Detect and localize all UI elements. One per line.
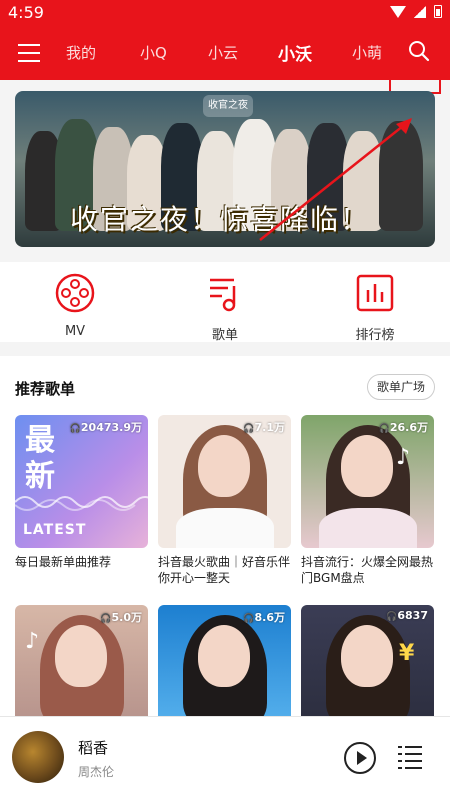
- film-reel-icon: [55, 273, 95, 313]
- cover-en: LATEST: [23, 522, 87, 538]
- playlist-cover: 最新 LATEST 20473.9万: [15, 415, 148, 548]
- tab-xiaowo[interactable]: 小沃: [278, 40, 312, 65]
- cover-text: 最新: [25, 423, 55, 494]
- top-header: 4:59 我的 小Q 小云 小沃 小萌: [0, 0, 450, 80]
- album-cover[interactable]: [12, 731, 64, 783]
- playlist-title: 每日最新单曲推荐: [15, 555, 112, 569]
- shortcut-row: MV 歌单 排行榜: [0, 262, 450, 343]
- red-envelope-icon: ¥: [399, 641, 415, 666]
- play-count: 5.0万: [100, 609, 143, 625]
- playlist-card[interactable]: 最新 LATEST 20473.9万 每日最新单曲推荐: [15, 415, 148, 586]
- play-count: 26.6万: [379, 419, 428, 435]
- wifi-icon: [390, 5, 406, 18]
- menu-icon[interactable]: [18, 44, 40, 62]
- status-icons: [390, 5, 442, 18]
- clock: 4:59: [8, 3, 44, 22]
- play-count: 20473.9万: [70, 419, 142, 435]
- play-button[interactable]: [344, 742, 376, 774]
- shortcut-playlist[interactable]: 歌单: [190, 272, 260, 343]
- tiktok-icon: ♪: [396, 445, 411, 470]
- tab-xiaomeng[interactable]: 小萌: [352, 42, 382, 63]
- song-title: 稻香: [78, 739, 109, 757]
- playlist-cover: 7.1万: [158, 415, 291, 548]
- playlist-title: 抖音流行：火爆全网最热门BGM盘点: [301, 555, 434, 585]
- playlist-square-button[interactable]: 歌单广场: [367, 374, 435, 400]
- waveform-icon: [15, 496, 148, 511]
- banner-logo: 收官之夜: [203, 95, 253, 117]
- playlist-card[interactable]: 7.1万 抖音最火歌曲｜好音乐伴你开心一整天: [158, 415, 291, 586]
- status-bar: 4:59: [0, 0, 450, 24]
- tab-mine[interactable]: 我的: [66, 42, 96, 63]
- top-nav: 我的 小Q 小云 小沃 小萌: [0, 30, 450, 76]
- bar-chart-icon: [356, 274, 394, 312]
- shortcut-label: 排行榜: [355, 328, 395, 343]
- playlist-card[interactable]: ♪ 26.6万 抖音流行：火爆全网最热门BGM盘点: [301, 415, 434, 586]
- tiktok-icon: ♪: [25, 629, 40, 654]
- mini-player[interactable]: 稻香 周杰伦: [0, 716, 450, 800]
- battery-icon: [434, 5, 442, 18]
- signal-icon: [414, 5, 426, 18]
- playlist-queue-icon[interactable]: [398, 745, 422, 771]
- search-icon[interactable]: [408, 40, 430, 62]
- shortcut-label: MV: [64, 324, 86, 339]
- play-count: 8.6万: [243, 609, 286, 625]
- play-count: 7.1万: [243, 419, 286, 435]
- artist-name: 周杰伦: [78, 765, 115, 779]
- play-count: 6837: [386, 609, 428, 622]
- recommend-section: 推荐歌单 歌单广场 最新 LATEST 20473.9万 每日最新单曲推荐 7.…: [0, 356, 450, 738]
- shortcut-label: 歌单: [211, 328, 238, 343]
- section-title: 推荐歌单: [15, 380, 76, 398]
- tab-xiaoyun[interactable]: 小云: [208, 42, 238, 63]
- shortcut-chart[interactable]: 排行榜: [340, 272, 410, 343]
- tab-xiaoq[interactable]: 小Q: [140, 42, 167, 63]
- shortcut-mv[interactable]: MV: [40, 272, 110, 339]
- playlist-cover: ♪ 26.6万: [301, 415, 434, 548]
- playlist-note-icon: [210, 278, 236, 312]
- red-arrow-annotation: [259, 118, 412, 241]
- playlist-title: 抖音最火歌曲｜好音乐伴你开心一整天: [158, 555, 291, 585]
